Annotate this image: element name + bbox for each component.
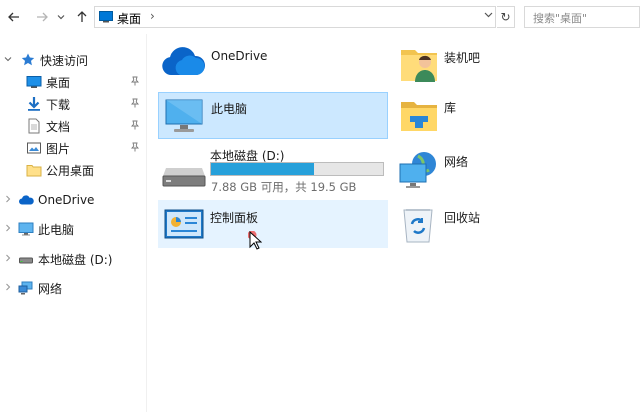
- pin-icon[interactable]: [130, 98, 140, 111]
- collapsed-chevron-icon[interactable]: [4, 283, 12, 294]
- nav-quick-access[interactable]: 快速访问: [0, 49, 146, 71]
- item-label: 装机吧: [444, 51, 481, 65]
- nav-label: OneDrive: [38, 193, 95, 207]
- drive-icon: [19, 257, 33, 264]
- arrow-right-icon: [37, 12, 48, 22]
- item-onedrive[interactable]: OneDrive: [158, 38, 388, 86]
- recent-locations-button[interactable]: [56, 9, 66, 25]
- expanded-chevron-icon[interactable]: [4, 55, 12, 66]
- item-user-folder[interactable]: 装机吧: [396, 38, 626, 86]
- item-label: 库: [444, 101, 457, 115]
- drive-icon: [162, 168, 206, 187]
- drive-free-space: 7.88 GB 可用，共 19.5 GB: [211, 180, 357, 194]
- item-label: 回收站: [444, 211, 481, 225]
- mouse-cursor-icon: [248, 231, 262, 250]
- nav-label: 此电脑: [38, 222, 75, 237]
- item-label: 此电脑: [211, 102, 248, 116]
- item-network[interactable]: 网络: [396, 144, 626, 194]
- pane-divider[interactable]: [146, 34, 147, 412]
- cloud-icon: [19, 195, 34, 205]
- item-this-pc[interactable]: 此电脑: [158, 92, 388, 139]
- up-button[interactable]: [74, 9, 90, 25]
- collapsed-chevron-icon[interactable]: [4, 254, 12, 265]
- address-bar[interactable]: 桌面 ›: [94, 6, 496, 28]
- refresh-button[interactable]: ↻: [497, 6, 515, 28]
- pin-icon[interactable]: [130, 142, 140, 155]
- breadcrumb-separator[interactable]: ›: [150, 9, 155, 23]
- computer-icon: [165, 99, 203, 132]
- pin-icon[interactable]: [130, 76, 140, 89]
- forward-button[interactable]: [34, 9, 50, 25]
- nav-documents[interactable]: 文档: [0, 115, 146, 137]
- address-dropdown-icon[interactable]: [484, 10, 493, 22]
- nav-onedrive[interactable]: OneDrive: [0, 189, 146, 211]
- item-label: OneDrive: [211, 49, 268, 63]
- nav-label: 快速访问: [40, 53, 89, 68]
- folder-icon: [26, 165, 42, 177]
- nav-label: 下载: [46, 97, 71, 112]
- arrow-up-icon: [77, 11, 87, 22]
- nav-label: 公用桌面: [46, 163, 95, 178]
- pin-icon[interactable]: [130, 120, 140, 133]
- item-library[interactable]: 库: [396, 92, 626, 139]
- pictures-icon: [27, 142, 41, 154]
- chevron-down-icon: [57, 15, 65, 20]
- back-button[interactable]: [6, 9, 22, 25]
- collapsed-chevron-icon[interactable]: [4, 224, 12, 235]
- nav-pictures[interactable]: 图片: [0, 137, 146, 159]
- nav-network[interactable]: 网络: [0, 277, 146, 299]
- navigation-pane: 快速访问 桌面 下载 文档 图片 公用桌面 OneDrive 此电脑 本地磁盘 …: [0, 34, 146, 412]
- desktop-icon: [26, 76, 42, 88]
- control-panel-icon: [164, 209, 204, 239]
- item-control-panel[interactable]: 控制面板: [158, 200, 388, 248]
- nav-label: 本地磁盘 (D:): [38, 252, 113, 267]
- arrow-left-icon: [8, 12, 19, 22]
- star-icon: [21, 53, 35, 66]
- desktop-icon: [99, 11, 113, 23]
- network-icon: [18, 281, 33, 295]
- search-placeholder: 搜索"桌面": [533, 12, 588, 25]
- nav-desktop[interactable]: 桌面: [0, 71, 146, 93]
- item-recycle-bin[interactable]: 回收站: [396, 200, 626, 248]
- drive-usage-fill: [211, 163, 314, 175]
- search-input[interactable]: 搜索"桌面": [524, 6, 640, 28]
- user-folder-icon: [401, 50, 437, 82]
- address-row: 桌面 › ↻ 搜索"桌面": [0, 0, 640, 34]
- nav-label: 网络: [38, 281, 63, 296]
- computer-icon: [18, 222, 34, 236]
- library-icon: [401, 102, 437, 131]
- recycle-bin-icon: [403, 209, 433, 243]
- nav-label: 文档: [46, 119, 71, 134]
- nav-label: 桌面: [46, 75, 71, 90]
- item-label: 网络: [444, 155, 469, 169]
- nav-public-desktop[interactable]: 公用桌面: [0, 159, 146, 181]
- address-path[interactable]: 桌面: [117, 10, 141, 27]
- collapsed-chevron-icon[interactable]: [4, 195, 12, 206]
- drive-usage-bar: [210, 162, 384, 176]
- nav-this-pc[interactable]: 此电脑: [0, 218, 146, 240]
- document-icon: [28, 118, 40, 134]
- network-icon: [399, 152, 436, 188]
- nav-label: 图片: [46, 141, 71, 156]
- refresh-icon: ↻: [500, 10, 511, 24]
- nav-local-disk-d[interactable]: 本地磁盘 (D:): [0, 248, 146, 270]
- item-label: 控制面板: [210, 211, 259, 225]
- download-icon: [28, 97, 40, 111]
- nav-downloads[interactable]: 下载: [0, 93, 146, 115]
- cloud-icon: [162, 47, 206, 75]
